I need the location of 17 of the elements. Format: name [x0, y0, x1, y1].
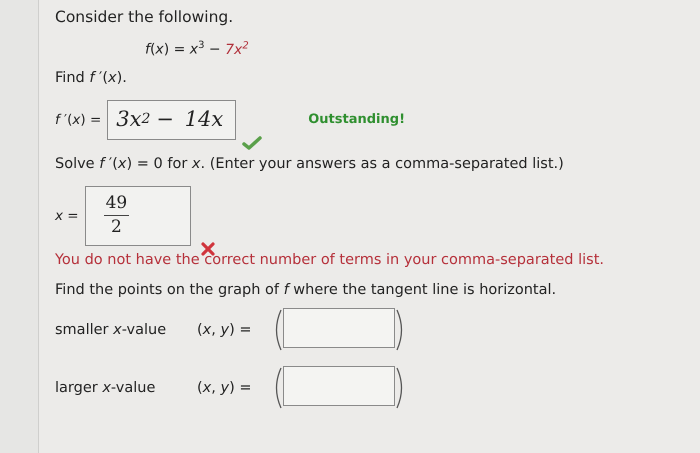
point-label: larger x-value: [55, 380, 156, 396]
answer-field[interactable]: 3x$^{2}$ − 14x: [107, 100, 236, 140]
answer-field[interactable]: [283, 308, 395, 348]
feedback-message: Outstanding!: [308, 112, 406, 128]
answer-label: x =: [55, 208, 79, 224]
question-prompt: Find f ′(x).: [55, 70, 128, 86]
answer-label: f ′(x) =: [55, 112, 102, 128]
function-formula: f(x) = x$^{3}$ − 7x$^{2}$: [145, 40, 250, 58]
point-label: smaller x-value: [55, 322, 168, 338]
error-message: You do not have the correct number of terms in your comma-separated list.: [55, 252, 605, 268]
question-prompt: Find the points on the graph of f where the tangent line is horizontal.: [55, 282, 558, 298]
intro-text: Consider the following.: [55, 8, 234, 26]
point-equation: (x, y) =: [197, 322, 252, 338]
answer-field[interactable]: [283, 366, 395, 406]
question-prompt: Solve f ′(x) = 0 for x. (Enter your answers as a comma-separated list.): [55, 156, 565, 172]
point-equation: (x, y) =: [197, 380, 252, 396]
answer-field[interactable]: 49 2: [84, 186, 191, 246]
